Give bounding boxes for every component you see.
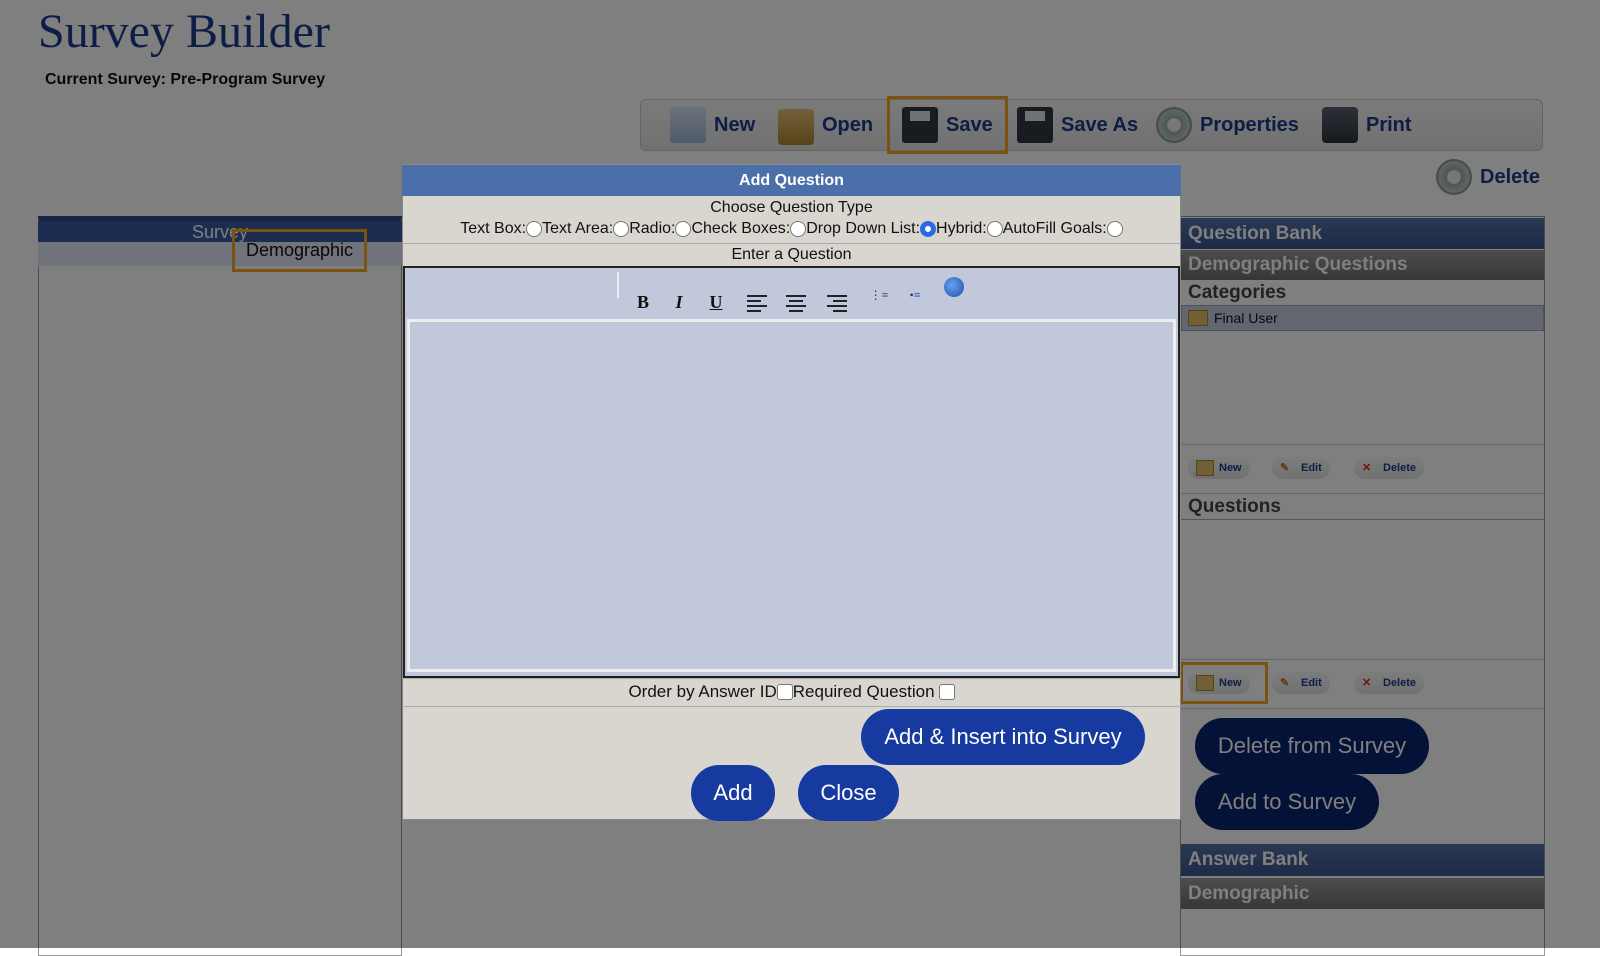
radio-drop-down-list[interactable] bbox=[920, 221, 937, 237]
italic-button[interactable]: I bbox=[666, 290, 692, 314]
radio-hybrid[interactable] bbox=[986, 221, 1003, 237]
radio-text-box[interactable] bbox=[526, 221, 543, 237]
radio-text-area[interactable] bbox=[613, 221, 630, 237]
insert-link-globe-icon[interactable] bbox=[944, 277, 964, 297]
align-center-icon[interactable] bbox=[783, 290, 809, 314]
question-options: Order by Answer ID Required Question bbox=[402, 678, 1181, 706]
type-label: Drop Down List: bbox=[806, 220, 921, 237]
required-checkbox[interactable] bbox=[938, 684, 955, 700]
type-label: Hybrid: bbox=[936, 220, 987, 237]
type-radio[interactable]: Radio: bbox=[629, 220, 692, 238]
close-button[interactable]: Close bbox=[798, 765, 899, 821]
type-text-box[interactable]: Text Box: bbox=[460, 220, 543, 238]
type-label: Radio: bbox=[629, 220, 676, 237]
type-check-boxes[interactable]: Check Boxes: bbox=[691, 220, 807, 238]
order-by-answer-checkbox[interactable] bbox=[776, 684, 793, 700]
type-autofill-goals[interactable]: AutoFill Goals: bbox=[1003, 220, 1123, 238]
type-label: AutoFill Goals: bbox=[1002, 220, 1107, 237]
type-hybrid[interactable]: Hybrid: bbox=[936, 220, 1003, 238]
editor-toolbar-separator bbox=[617, 272, 619, 298]
align-left-icon[interactable] bbox=[747, 290, 773, 314]
enter-question-label: Enter a Question bbox=[731, 246, 852, 263]
type-label: Text Area: bbox=[542, 220, 614, 237]
type-label: Check Boxes: bbox=[691, 220, 791, 237]
order-by-answer-label: Order by Answer ID bbox=[628, 682, 777, 701]
radio-check-boxes[interactable] bbox=[790, 221, 807, 237]
required-label: Required Question bbox=[792, 682, 935, 701]
question-type-group: Text Box: Text Area: Radio: Check Boxes:… bbox=[402, 216, 1181, 242]
numbered-list-icon[interactable]: ⋮≡ bbox=[866, 289, 892, 314]
add-insert-button[interactable]: Add & Insert into Survey bbox=[861, 709, 1145, 765]
radio-radio[interactable] bbox=[675, 221, 692, 237]
buttons-divider bbox=[402, 706, 1181, 707]
add-button[interactable]: Add bbox=[691, 765, 775, 821]
question-text-area[interactable] bbox=[407, 319, 1176, 672]
bulleted-list-icon[interactable]: •≡ bbox=[902, 289, 928, 314]
underline-button[interactable]: U bbox=[703, 290, 729, 314]
type-label: Text Box: bbox=[460, 220, 527, 237]
dialog-title: Add Question bbox=[402, 165, 1181, 196]
radio-autofill-goals[interactable] bbox=[1106, 221, 1123, 237]
bold-button[interactable]: B bbox=[630, 290, 656, 314]
dialog-divider bbox=[402, 243, 1181, 244]
type-drop-down-list[interactable]: Drop Down List: bbox=[806, 220, 937, 238]
type-text-area[interactable]: Text Area: bbox=[542, 220, 630, 238]
align-right-icon[interactable] bbox=[821, 290, 847, 314]
